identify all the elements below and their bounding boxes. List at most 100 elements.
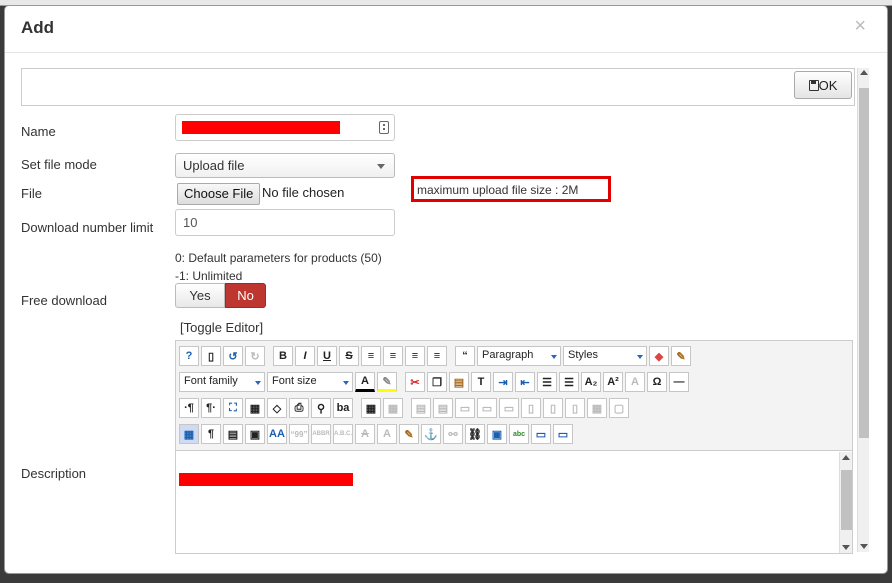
attributes-icon[interactable]: ✎ bbox=[399, 424, 419, 444]
rtl-direction-button[interactable]: ¶· bbox=[201, 398, 221, 418]
insert-text-button[interactable]: A bbox=[377, 424, 397, 444]
symbol-icon[interactable]: A bbox=[625, 372, 645, 392]
no-file-chosen-text: No file chosen bbox=[262, 185, 345, 200]
align-center-icon[interactable]: ≡ bbox=[383, 346, 403, 366]
help-icon[interactable]: ? bbox=[179, 346, 199, 366]
insert-table-icon[interactable]: ▦ bbox=[361, 398, 381, 418]
cut-icon[interactable]: ✂ bbox=[405, 372, 425, 392]
blockquote-button[interactable]: “ bbox=[455, 346, 475, 366]
scroll-down-arrow-icon[interactable] bbox=[842, 545, 850, 550]
insert-row-after-icon[interactable]: ▭ bbox=[477, 398, 497, 418]
ok-label: OK bbox=[818, 77, 838, 93]
redo-icon[interactable]: ↻ bbox=[245, 346, 265, 366]
dialog-title: Add bbox=[21, 18, 55, 37]
scroll-up-arrow-icon[interactable] bbox=[842, 455, 850, 460]
code-icon[interactable]: ◇ bbox=[267, 398, 287, 418]
editor-scrollbar[interactable] bbox=[839, 452, 852, 553]
unlink-icon[interactable]: ⚯ bbox=[443, 424, 463, 444]
align-left-icon[interactable]: ≡ bbox=[405, 346, 425, 366]
toolbar-row-3: ·¶ ¶· ⛶ ▦ ◇ ⎙ ⚲ ba ▦ ▦ ▤ ▤ ▭ ▭ ▭ ▯ ▯ ▯ ▦… bbox=[179, 396, 629, 420]
font-size-select[interactable]: Font size bbox=[267, 372, 353, 392]
paste-icon[interactable]: ▤ bbox=[449, 372, 469, 392]
hint-unlimited: -1: Unlimited bbox=[175, 269, 243, 283]
show-blocks-button[interactable]: ¶ bbox=[201, 424, 221, 444]
ltr-direction-button[interactable]: ·¶ bbox=[179, 398, 199, 418]
cell-properties-icon[interactable]: ▤ bbox=[433, 398, 453, 418]
insert-col-after-icon[interactable]: ▯ bbox=[543, 398, 563, 418]
insert-image-icon[interactable]: ▣ bbox=[245, 424, 265, 444]
align-right-icon[interactable]: ≡ bbox=[427, 346, 447, 366]
horizontal-rule-icon[interactable]: — bbox=[669, 372, 689, 392]
choose-file-button[interactable]: Choose File bbox=[177, 183, 261, 205]
scroll-thumb[interactable] bbox=[859, 88, 869, 438]
font-family-select[interactable]: Font family bbox=[179, 372, 265, 392]
toolbar-row-2: Font family Font size A ✎ ✂ ❐ ▤ T ⇥ ⇤ ☰ … bbox=[179, 370, 689, 394]
paragraph-format-select[interactable]: Paragraph bbox=[477, 346, 561, 366]
outdent-icon[interactable]: ⇤ bbox=[515, 372, 535, 392]
copy-icon[interactable]: ❐ bbox=[427, 372, 447, 392]
typography-button[interactable]: AA bbox=[267, 424, 287, 444]
scroll-down-arrow-icon[interactable] bbox=[860, 544, 868, 549]
cleanup-broom-icon[interactable]: ✎ bbox=[671, 346, 691, 366]
merge-cells-icon[interactable]: ▢ bbox=[609, 398, 629, 418]
strikethrough-button[interactable]: S bbox=[339, 346, 359, 366]
indent-icon[interactable]: ⇥ bbox=[493, 372, 513, 392]
italic-button[interactable]: I bbox=[295, 346, 315, 366]
editor-scroll-thumb[interactable] bbox=[841, 470, 852, 530]
styles-select[interactable]: Styles bbox=[563, 346, 647, 366]
acronym-button[interactable]: A.B.C. bbox=[333, 424, 353, 444]
special-character-button[interactable]: Ω bbox=[647, 372, 667, 392]
close-button[interactable]: × bbox=[854, 16, 866, 36]
visual-chars-icon[interactable]: ▤ bbox=[223, 424, 243, 444]
delete-row-icon[interactable]: ▭ bbox=[499, 398, 519, 418]
delete-col-icon[interactable]: ▯ bbox=[565, 398, 585, 418]
media-icon[interactable]: ▣ bbox=[487, 424, 507, 444]
text-color-icon[interactable]: A bbox=[355, 372, 375, 392]
insert-col-before-icon[interactable]: ▯ bbox=[521, 398, 541, 418]
dropdown-arrow-icon bbox=[637, 355, 643, 359]
delete-text-button[interactable]: A bbox=[355, 424, 375, 444]
insert-row-before-icon[interactable]: ▭ bbox=[455, 398, 475, 418]
spellcheck-button[interactable]: abc bbox=[509, 424, 529, 444]
numbered-list-icon[interactable]: ☰ bbox=[537, 372, 557, 392]
ok-button[interactable]: OK bbox=[794, 71, 852, 99]
yes-button[interactable]: Yes bbox=[175, 283, 225, 308]
font-size-value: Font size bbox=[272, 375, 317, 387]
bold-button[interactable]: B bbox=[273, 346, 293, 366]
underline-button[interactable]: U bbox=[317, 346, 337, 366]
subscript-button[interactable]: A₂ bbox=[581, 372, 601, 392]
visual-aid-icon[interactable]: ▦ bbox=[179, 424, 199, 444]
print-icon[interactable]: ⎙ bbox=[289, 398, 309, 418]
file-mode-select[interactable]: Upload file bbox=[175, 153, 395, 178]
link-icon[interactable]: ⛓ bbox=[465, 424, 485, 444]
description-editor-area[interactable] bbox=[176, 452, 838, 553]
anchor-icon[interactable]: ⚓ bbox=[421, 424, 441, 444]
bullet-list-icon[interactable]: ☰ bbox=[559, 372, 579, 392]
save-icon bbox=[808, 79, 819, 91]
replace-button[interactable]: ba bbox=[333, 398, 353, 418]
cite-button[interactable]: “99” bbox=[289, 424, 309, 444]
fullscreen-icon[interactable]: ⛶ bbox=[223, 398, 243, 418]
abbr-button[interactable]: ABBR bbox=[311, 424, 331, 444]
delete-table-icon[interactable]: ▦ bbox=[383, 398, 403, 418]
split-cells-icon[interactable]: ▦ bbox=[587, 398, 607, 418]
align-justify-icon[interactable]: ≡ bbox=[361, 346, 381, 366]
find-icon[interactable]: ⚲ bbox=[311, 398, 331, 418]
dialog-body: OK Name Set file mode Upload file File C… bbox=[5, 54, 887, 573]
eraser-icon[interactable]: ◆ bbox=[649, 346, 669, 366]
nonbreaking-icon[interactable]: ▭ bbox=[553, 424, 573, 444]
scroll-up-arrow-icon[interactable] bbox=[860, 70, 868, 75]
undo-icon[interactable]: ↺ bbox=[223, 346, 243, 366]
page-break-icon[interactable]: ▭ bbox=[531, 424, 551, 444]
highlight-color-icon[interactable]: ✎ bbox=[377, 372, 397, 392]
superscript-button[interactable]: A² bbox=[603, 372, 623, 392]
name-input[interactable] bbox=[175, 114, 395, 141]
no-button[interactable]: No bbox=[225, 283, 266, 308]
paste-text-icon[interactable]: T bbox=[471, 372, 491, 392]
download-limit-input[interactable]: 10 bbox=[175, 209, 395, 236]
dialog-scrollbar[interactable] bbox=[857, 68, 869, 552]
new-document-icon[interactable]: ▯ bbox=[201, 346, 221, 366]
toggle-editor-link[interactable]: [Toggle Editor] bbox=[180, 320, 263, 335]
row-properties-icon[interactable]: ▤ bbox=[411, 398, 431, 418]
template-icon[interactable]: ▦ bbox=[245, 398, 265, 418]
